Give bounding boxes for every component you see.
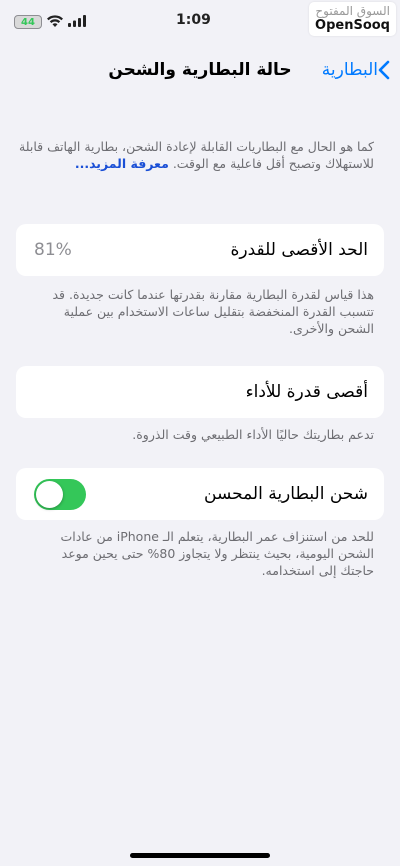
- learn-more-link[interactable]: معرفة المزيد...: [75, 156, 169, 171]
- home-indicator: [130, 853, 270, 858]
- optimized-charging-row: شحن البطارية المحسن: [16, 468, 384, 520]
- nav-bar: حالة البطارية والشحن البطارية: [0, 52, 400, 88]
- peak-performance-footnote: تدعم بطاريتك حاليًا الأداء الطبيعي وقت ا…: [132, 427, 374, 442]
- status-bar: 44 1:09 السوق المفتوح OpenSooq: [0, 0, 400, 44]
- wifi-icon: [47, 15, 63, 27]
- battery-icon: 44: [14, 15, 42, 29]
- maximum-capacity-footnote: هذا قياس لقدرة البطارية مقارنة بقدرتها ع…: [52, 287, 374, 336]
- intro-text-block: كما هو الحال مع البطاريات القابلة لإعادة…: [16, 138, 374, 172]
- back-label: البطارية: [321, 60, 378, 80]
- watermark-english: OpenSooq: [315, 18, 390, 33]
- toggle-knob: [36, 481, 63, 508]
- optimized-charging-footnote: للحد من استنزاف عمر البطارية، يتعلم الـ …: [60, 529, 375, 578]
- back-button[interactable]: البطارية: [318, 52, 390, 88]
- watermark-arabic: السوق المفتوح: [315, 4, 390, 18]
- optimized-charging-label: شحن البطارية المحسن: [204, 484, 368, 504]
- optimized-charging-toggle[interactable]: [34, 479, 86, 510]
- maximum-capacity-row: الحد الأقصى للقدرة 81%: [16, 224, 384, 276]
- peak-performance-label: أقصى قدرة للأداء: [245, 382, 368, 402]
- chevron-left-icon: [378, 60, 390, 80]
- maximum-capacity-value: 81%: [34, 240, 72, 260]
- intro-text: كما هو الحال مع البطاريات القابلة لإعادة…: [19, 139, 374, 171]
- status-time: 1:09: [176, 12, 211, 28]
- opensooq-watermark: السوق المفتوح OpenSooq: [309, 2, 396, 36]
- battery-level: 44: [21, 16, 35, 28]
- cellular-signal-icon: [68, 15, 86, 27]
- maximum-capacity-label: الحد الأقصى للقدرة: [230, 240, 368, 260]
- peak-performance-row: أقصى قدرة للأداء: [16, 366, 384, 418]
